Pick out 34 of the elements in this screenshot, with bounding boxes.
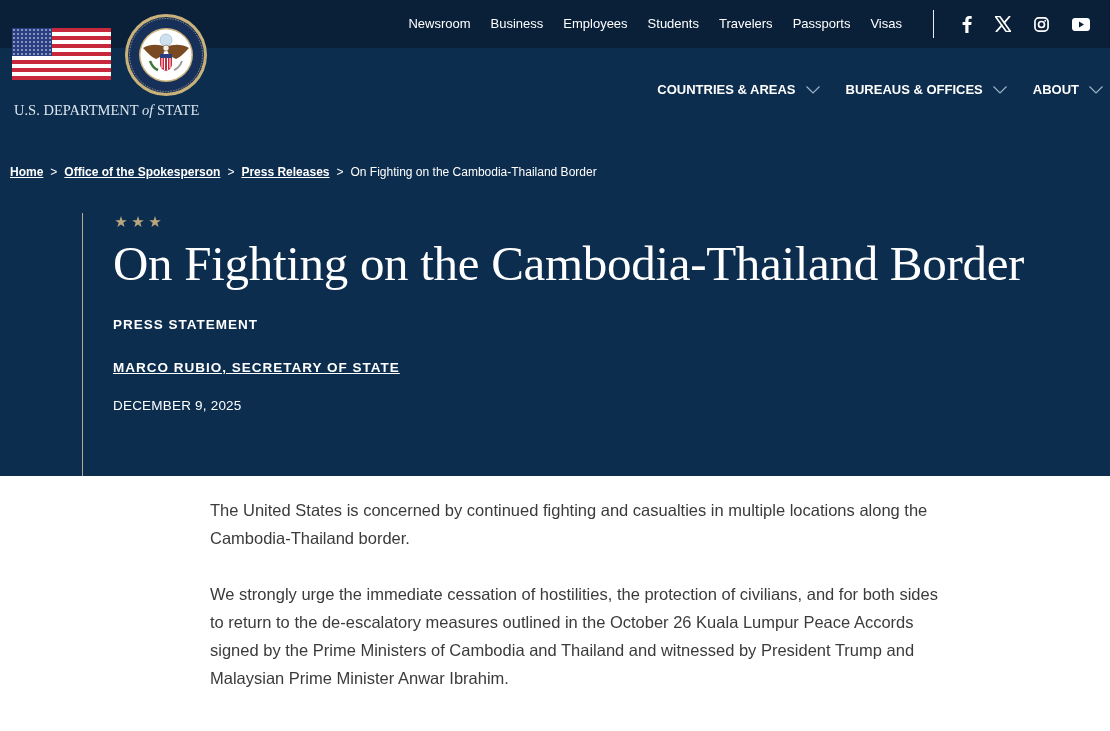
seal-icon — [125, 14, 207, 96]
agency-name[interactable]: U.S. DEPARTMENT of STATE — [14, 101, 207, 119]
main-nav-menu[interactable]: COUNTRIES & AREAS — [657, 81, 820, 99]
utility-nav-link[interactable]: Travelers — [718, 16, 773, 32]
publish-date: DECEMBER 9, 2025 — [113, 397, 242, 415]
play-icon[interactable] — [1072, 17, 1090, 31]
utility-nav-link[interactable]: Employees — [563, 16, 628, 32]
main-nav-menu[interactable]: ABOUT — [1032, 81, 1103, 99]
body-paragraph: The United States is concerned by continued fighting and casualties in multiple locations along the Cambodia-Thailand border. — [210, 500, 929, 549]
author-link[interactable]: MARCO RUBIO, SECRETARY OF STATE — [113, 360, 400, 375]
breadcrumb-separator: > — [336, 164, 344, 180]
breadcrumb-link[interactable]: Press Releases — [241, 164, 330, 180]
utility-nav-link[interactable]: Passports — [792, 16, 851, 32]
breadcrumb-link[interactable]: Home — [10, 164, 44, 180]
letter-x-icon[interactable] — [995, 16, 1011, 32]
article-type-label: PRESS STATEMENT — [113, 316, 258, 334]
flag-icon — [12, 28, 111, 80]
utility-nav-link[interactable]: Students — [647, 16, 699, 32]
chevron-down-icon — [805, 86, 820, 94]
utility-nav-link[interactable]: Newsroom — [408, 16, 471, 32]
utility-nav-link[interactable]: Business — [490, 16, 544, 32]
main-nav-menu[interactable]: BUREAUS & OFFICES — [845, 81, 1007, 99]
breadcrumb-current-page: On Fighting on the Cambodia-Thailand Border — [350, 164, 597, 180]
breadcrumb-separator: > — [227, 164, 235, 180]
letter-f-icon[interactable] — [962, 15, 972, 33]
utility-nav-link[interactable]: Visas — [870, 16, 902, 32]
breadcrumb-link[interactable]: Office of the Spokesperson — [64, 164, 221, 180]
stars-icon — [115, 216, 161, 228]
camera-icon[interactable] — [1034, 16, 1049, 32]
article-title: On Fighting on the Cambodia-Thailand Border — [113, 235, 1025, 293]
chevron-down-icon — [992, 86, 1007, 94]
breadcrumb-separator: > — [50, 164, 58, 180]
body-paragraph: We strongly urge the immediate cessation of hostilities, the protection of civilians, and for both sides to return to the de-escalatory measures outlined in the October 26 Kuala Lumpur Peace Accords signed by the Prime Ministers of Cambodia and Thailand and witnessed by President Trump and Malaysian Prime Minister Anwar Ibrahim. — [210, 584, 939, 689]
chevron-down-icon — [1089, 86, 1103, 94]
